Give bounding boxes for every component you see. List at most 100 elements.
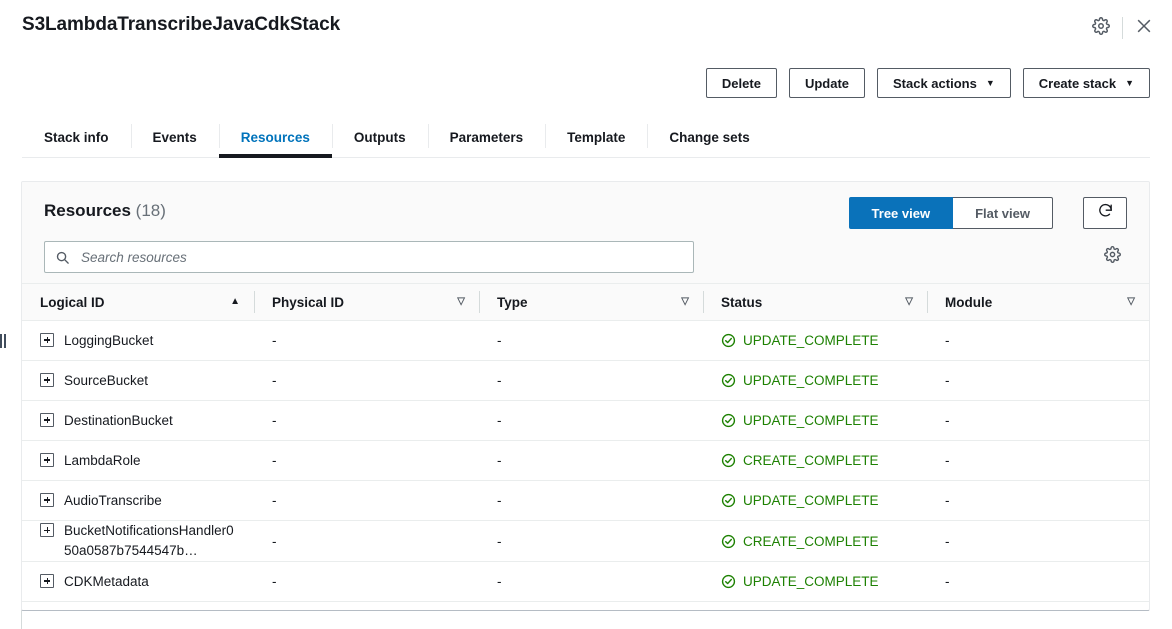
tab-template[interactable]: Template xyxy=(545,118,647,157)
cell-status: UPDATE_COMPLETE xyxy=(703,360,927,401)
status-text: UPDATE_COMPLETE xyxy=(743,333,879,348)
cell-status: CREATE_COMPLETE xyxy=(703,440,927,481)
tab-resources[interactable]: Resources xyxy=(218,118,332,158)
cell-type: - xyxy=(479,440,703,481)
expand-icon[interactable] xyxy=(40,523,54,537)
logical-id-text: LoggingBucket xyxy=(64,332,154,348)
status-badge: CREATE_COMPLETE xyxy=(721,453,913,468)
tree-view-label: Tree view xyxy=(871,205,931,221)
tree-view-button[interactable]: Tree view xyxy=(848,197,954,229)
tab-label: Resources xyxy=(240,130,310,145)
settings-button[interactable] xyxy=(1085,12,1117,44)
logical-id-text: DestinationBucket xyxy=(64,412,173,428)
cell-physical-id: - xyxy=(254,440,479,481)
page-title: S3LambdaTranscribeJavaCdkStack xyxy=(22,14,341,35)
resources-count: (18) xyxy=(135,201,166,220)
expand-icon[interactable] xyxy=(40,372,54,387)
column-label: Module xyxy=(945,294,993,310)
column-header-type[interactable]: Type ▽ xyxy=(479,284,703,321)
logical-id-text: BucketNotificationsHandler050a0587b75445… xyxy=(64,523,234,558)
table-preferences-button[interactable] xyxy=(1097,242,1127,272)
create-stack-label: Create stack xyxy=(1038,75,1117,91)
cell-status: CREATE_COMPLETE xyxy=(703,520,927,562)
stack-actions-dropdown-button[interactable]: Stack actions ▼ xyxy=(877,68,1011,98)
check-circle-icon xyxy=(721,574,736,589)
search-icon xyxy=(55,250,70,265)
status-text: UPDATE_COMPLETE xyxy=(743,574,879,589)
cell-type: - xyxy=(479,400,703,441)
search-input[interactable] xyxy=(79,248,683,266)
logical-id-text: SourceBucket xyxy=(64,372,149,388)
search-resources-field[interactable] xyxy=(44,241,694,273)
table-row[interactable]: LambdaRole - - CREATE_COMPLETE - xyxy=(22,440,1149,481)
cell-status: UPDATE_COMPLETE xyxy=(703,400,927,441)
chevron-down-icon: ▼ xyxy=(1125,77,1134,88)
status-badge: UPDATE_COMPLETE xyxy=(721,333,913,348)
status-badge: UPDATE_COMPLETE xyxy=(721,413,913,428)
cell-type: - xyxy=(479,561,703,602)
cell-module: - xyxy=(927,320,1149,361)
stack-detail-tabs: Stack info Events Resources Outputs Para… xyxy=(22,118,1150,158)
gear-icon xyxy=(1092,16,1110,40)
gear-icon xyxy=(1103,246,1121,268)
table-row[interactable]: CDKMetadata - - UPDATE_COMPLETE - xyxy=(22,561,1149,602)
logical-id-text: CDKMetadata xyxy=(64,573,149,589)
table-row[interactable]: AudioTranscribe - - UPDATE_COMPLETE - xyxy=(22,480,1149,521)
check-circle-icon xyxy=(721,453,736,468)
cell-status: UPDATE_COMPLETE xyxy=(703,561,927,602)
cell-type: - xyxy=(479,320,703,361)
tab-outputs[interactable]: Outputs xyxy=(331,118,428,157)
view-toggle-group: Tree view Flat view xyxy=(848,197,1053,229)
expand-icon[interactable] xyxy=(40,412,54,427)
cell-logical-id: CDKMetadata xyxy=(22,561,254,602)
column-header-module[interactable]: Module ▽ xyxy=(927,284,1149,321)
column-header-status[interactable]: Status ▽ xyxy=(703,284,927,321)
expand-icon[interactable] xyxy=(40,332,54,347)
check-circle-icon xyxy=(721,333,736,348)
sort-icon: ▽ xyxy=(1127,296,1135,307)
update-button[interactable]: Update xyxy=(788,68,865,98)
logical-id-text: LambdaRole xyxy=(64,452,141,468)
tab-change-sets[interactable]: Change sets xyxy=(647,118,771,157)
column-header-logical-id[interactable]: Logical ID ▲ xyxy=(22,284,254,321)
create-stack-dropdown-button[interactable]: Create stack ▼ xyxy=(1022,68,1150,98)
delete-button[interactable]: Delete xyxy=(705,68,777,98)
cell-logical-id: SourceBucket xyxy=(22,360,254,401)
close-button[interactable] xyxy=(1128,12,1160,44)
cell-logical-id: LambdaRole xyxy=(22,440,254,481)
table-row[interactable]: LoggingBucket - - UPDATE_COMPLETE - xyxy=(22,320,1149,361)
cell-module: - xyxy=(927,520,1149,562)
table-header-row: Logical ID ▲ Physical ID ▽ Type ▽ Status… xyxy=(22,284,1149,321)
expand-icon[interactable] xyxy=(40,452,54,467)
status-text: UPDATE_COMPLETE xyxy=(743,413,879,428)
tab-label: Change sets xyxy=(669,130,750,145)
resources-card: Resources (18) Tree view Flat view Searc… xyxy=(21,181,1150,611)
sort-icon: ▽ xyxy=(905,296,913,307)
column-label: Type xyxy=(497,294,528,310)
tab-parameters[interactable]: Parameters xyxy=(427,118,546,157)
panel-splitter-handle[interactable] xyxy=(0,334,8,348)
cell-type: - xyxy=(479,360,703,401)
status-text: CREATE_COMPLETE xyxy=(743,453,879,468)
cell-logical-id: LoggingBucket xyxy=(22,320,254,361)
tab-events[interactable]: Events xyxy=(130,118,219,157)
stack-actions-label: Stack actions xyxy=(893,75,977,91)
header-icon-group xyxy=(1085,12,1160,44)
flat-view-label: Flat view xyxy=(975,205,1030,221)
cloudformation-stack-detail-page: S3LambdaTranscribeJavaCdkStack Delete Up… xyxy=(0,0,1172,629)
table-row[interactable]: DestinationBucket - - UPDATE_COMPLETE - xyxy=(22,400,1149,441)
tab-label: Outputs xyxy=(353,130,406,145)
cell-physical-id: - xyxy=(254,400,479,441)
column-header-physical-id[interactable]: Physical ID ▽ xyxy=(254,284,479,321)
resources-table-body: LoggingBucket - - UPDATE_COMPLETE - SourceBuc… xyxy=(22,320,1149,602)
tab-stack-info[interactable]: Stack info xyxy=(22,118,131,157)
flat-view-button[interactable]: Flat view xyxy=(953,197,1053,229)
table-row[interactable]: SourceBucket - - UPDATE_COMPLETE - xyxy=(22,360,1149,401)
header-icon-divider xyxy=(1122,17,1123,39)
expand-icon[interactable] xyxy=(40,492,54,507)
status-text: UPDATE_COMPLETE xyxy=(743,493,879,508)
refresh-button[interactable] xyxy=(1083,197,1127,229)
tab-label: Events xyxy=(152,130,197,145)
table-row[interactable]: BucketNotificationsHandler050a0587b75445… xyxy=(22,520,1149,562)
expand-icon[interactable] xyxy=(40,573,54,588)
